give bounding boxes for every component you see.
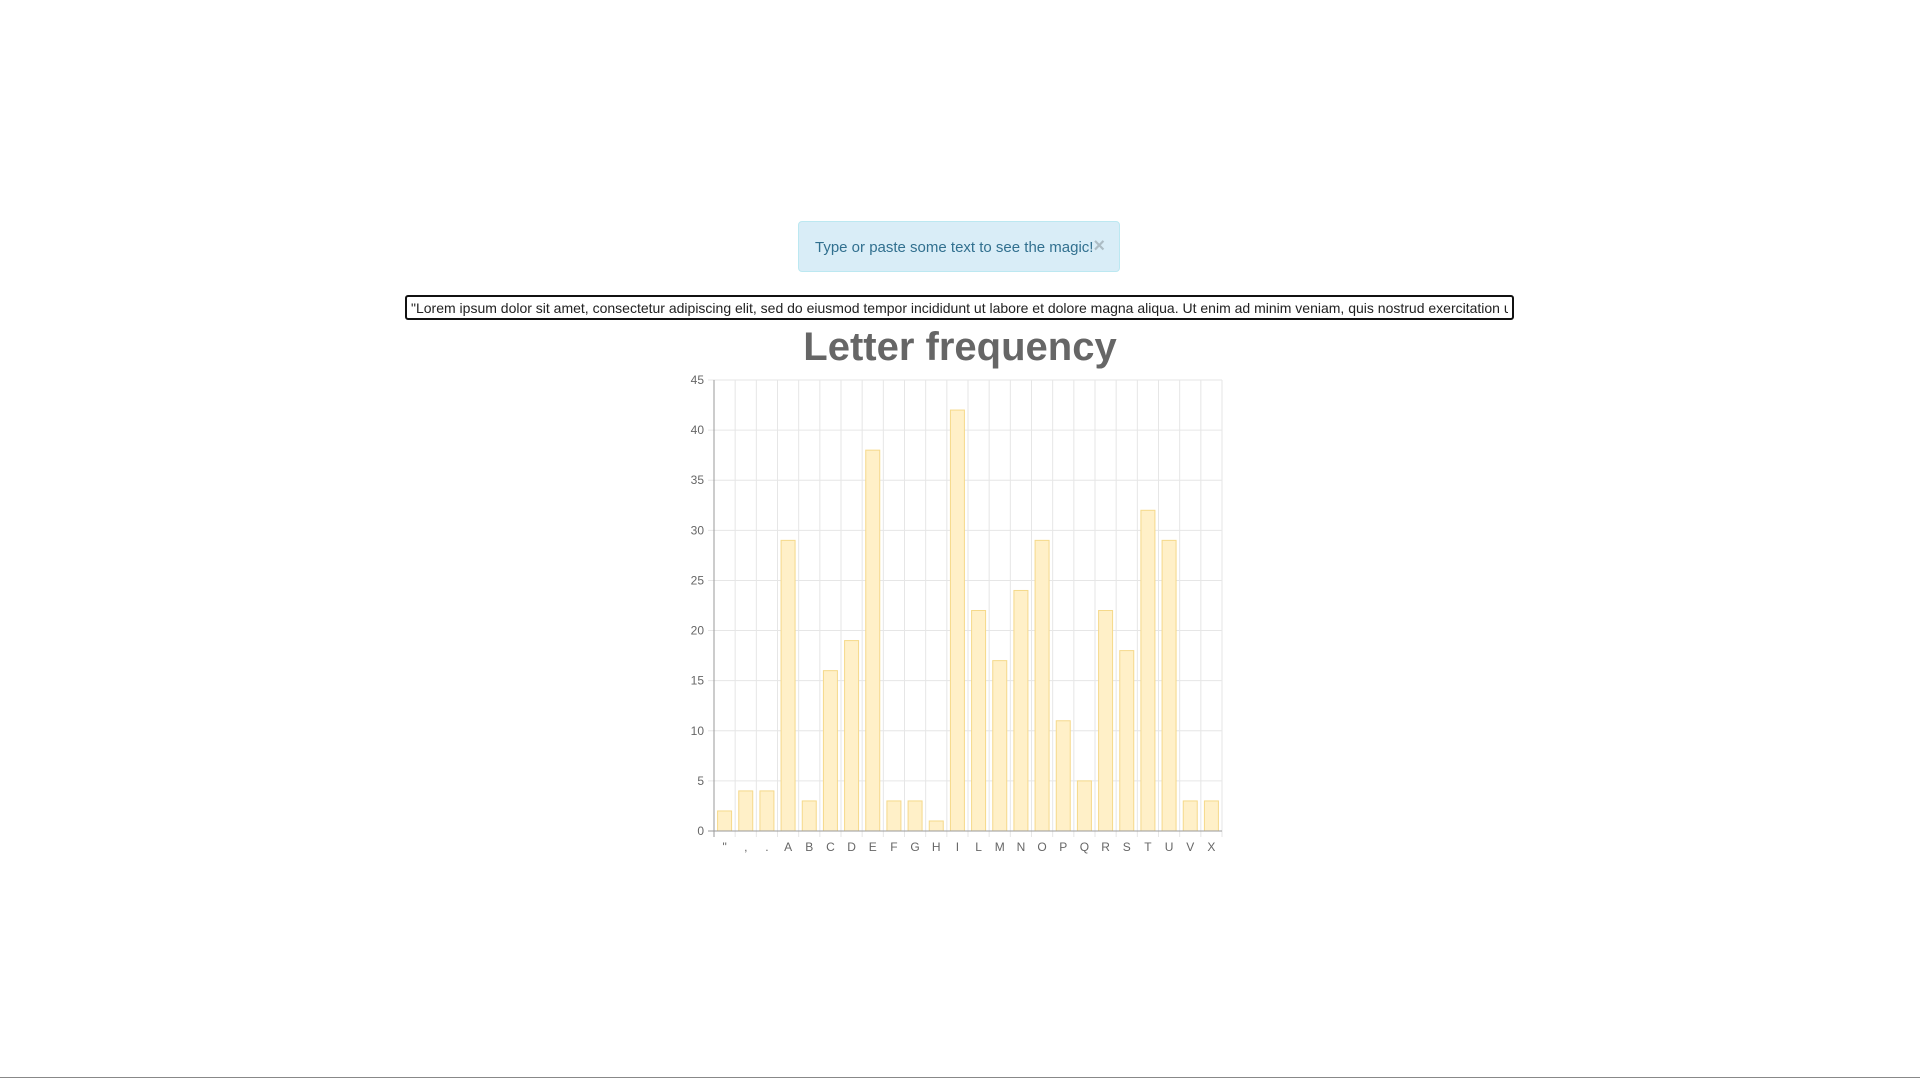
bar-A xyxy=(780,539,796,832)
x-tick-label: N xyxy=(1017,840,1026,854)
bar-S xyxy=(1119,650,1135,832)
x-tick-label: L xyxy=(975,840,982,854)
bar-C xyxy=(822,670,838,832)
y-tick-label: 0 xyxy=(697,824,704,838)
bar-B xyxy=(801,800,817,832)
x-tick-label: C xyxy=(826,840,835,854)
x-tick-label: I xyxy=(956,840,959,854)
x-tick-label: . xyxy=(765,840,768,854)
x-tick-label: U xyxy=(1165,840,1174,854)
bar-L xyxy=(971,610,987,832)
x-tick-label: T xyxy=(1144,840,1152,854)
page: Type or paste some text to see the magic… xyxy=(0,0,1920,1079)
x-tick-label: S xyxy=(1123,840,1131,854)
bar-T xyxy=(1140,509,1156,832)
x-tick-label: O xyxy=(1037,840,1046,854)
bar-E xyxy=(865,449,881,832)
x-tick-label: H xyxy=(932,840,941,854)
divider xyxy=(0,1077,1920,1078)
x-tick-label: D xyxy=(847,840,856,854)
x-tick-label: F xyxy=(890,840,897,854)
y-tick-label: 5 xyxy=(697,774,704,788)
x-tick-label: " xyxy=(722,840,726,854)
y-tick-label: 40 xyxy=(691,423,705,437)
y-tick-label: 25 xyxy=(691,573,705,587)
bar-I xyxy=(949,409,965,832)
bar-O xyxy=(1034,539,1050,832)
bar-G xyxy=(907,800,923,832)
bar-P xyxy=(1055,720,1071,832)
y-tick-label: 15 xyxy=(691,674,705,688)
bar-U xyxy=(1161,539,1177,832)
x-tick-label: A xyxy=(784,840,792,854)
bar-M xyxy=(992,660,1008,832)
x-tick-label: Q xyxy=(1080,840,1089,854)
y-tick-label: 35 xyxy=(691,473,705,487)
bar-F xyxy=(886,800,902,832)
bar-, xyxy=(738,790,754,832)
bar-" xyxy=(717,810,733,832)
bar-X xyxy=(1203,800,1219,832)
bar-. xyxy=(759,790,775,832)
bar-R xyxy=(1098,610,1114,832)
bar-Q xyxy=(1076,780,1092,832)
bar-H xyxy=(928,820,944,832)
x-tick-label: P xyxy=(1059,840,1067,854)
x-tick-label: , xyxy=(744,840,747,854)
bar-V xyxy=(1182,800,1198,832)
x-tick-label: X xyxy=(1207,840,1215,854)
x-tick-label: E xyxy=(869,840,877,854)
x-tick-label: V xyxy=(1186,840,1194,854)
x-tick-label: G xyxy=(910,840,919,854)
bar-N xyxy=(1013,589,1029,832)
x-tick-label: B xyxy=(805,840,813,854)
bar-D xyxy=(844,640,860,832)
y-tick-label: 30 xyxy=(691,523,705,537)
bar-chart: 0 5 10 15 20 25 30 35 40 45 ",. A B C D E F G H I L M N O P Q R S T U… xyxy=(691,373,1223,854)
y-tick-label: 45 xyxy=(691,373,705,387)
x-tick-label: R xyxy=(1101,840,1110,854)
y-tick-label: 10 xyxy=(691,724,705,738)
x-tick-label: M xyxy=(995,840,1005,854)
y-tick-label: 20 xyxy=(691,624,705,638)
